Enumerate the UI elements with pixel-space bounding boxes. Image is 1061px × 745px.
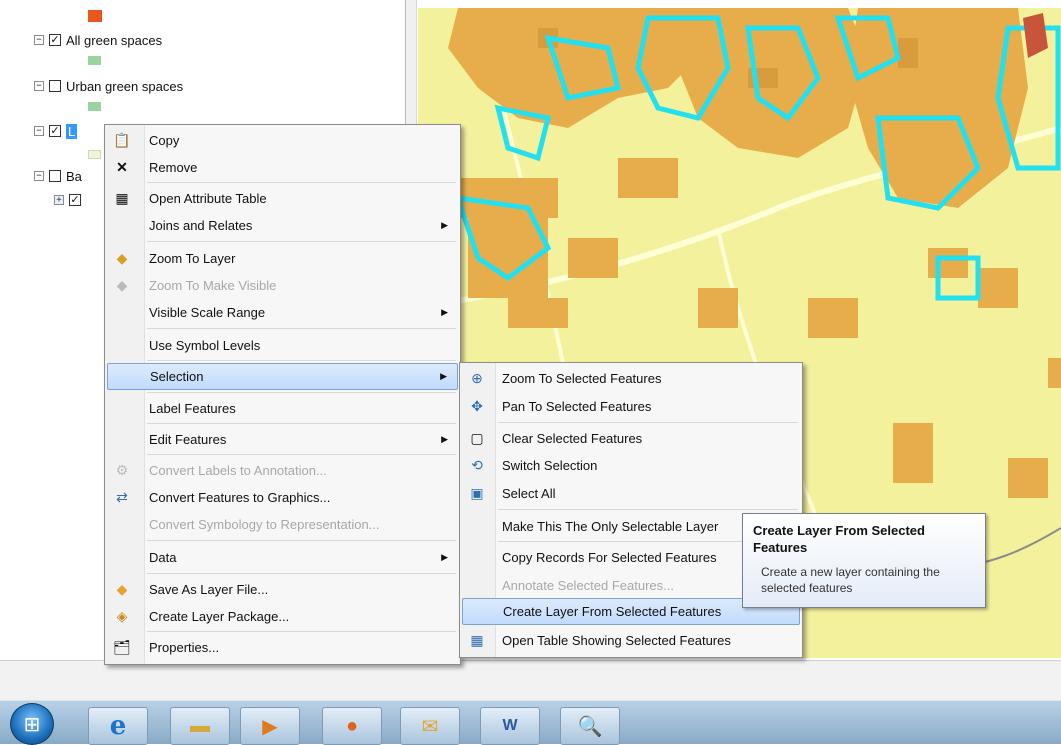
zoom-to-layer-icon: ◆: [116, 250, 128, 266]
pan-selected-icon: ✥: [471, 398, 483, 414]
start-button[interactable]: ⊞: [10, 703, 54, 745]
search-app-icon[interactable]: 🔍: [560, 707, 620, 745]
tooltip-title: Create Layer From Selected Features: [753, 523, 925, 555]
menu-item-create-layer-package[interactable]: ◈ Create Layer Package...: [107, 603, 458, 630]
menu-item-copy[interactable]: 📋 Copy: [107, 127, 458, 154]
menu-item-properties[interactable]: 🗂 Properties...: [107, 634, 458, 661]
expand-icon[interactable]: +: [54, 195, 64, 205]
remove-icon: ✕: [116, 159, 128, 175]
menu-item-convert-symbology-to-representation[interactable]: Convert Symbology to Representation...: [107, 511, 458, 538]
zoom-visible-icon: ◆: [116, 277, 128, 293]
windows-taskbar: ⊞ e ▬ ▶ ● ✉ W 🔍: [0, 700, 1061, 745]
menu-item-selection[interactable]: Selection ▶: [107, 363, 458, 390]
toc-sublayer-row[interactable]: + ✓: [54, 190, 81, 210]
zoom-selected-icon: ⊕: [471, 370, 483, 386]
layer-name[interactable]: Urban green spaces: [66, 79, 183, 94]
convert-labels-icon: ⚙: [115, 462, 129, 478]
layer-checkbox[interactable]: ✓: [69, 194, 81, 206]
menu-item-use-symbol-levels[interactable]: Use Symbol Levels: [107, 332, 458, 359]
submenu-arrow-icon: ▶: [441, 434, 448, 444]
toc-layer-row[interactable]: − Urban green spaces: [34, 76, 183, 96]
outlook-icon[interactable]: ✉: [400, 707, 460, 745]
menu-item-save-as-layer-file[interactable]: ◆ Save As Layer File...: [107, 576, 458, 603]
collapse-icon[interactable]: −: [34, 81, 44, 91]
menu-item-convert-features-to-graphics[interactable]: ⇄ Convert Features to Graphics...: [107, 484, 458, 511]
open-table-icon: ▦: [470, 632, 484, 648]
menu-item-joins-and-relates[interactable]: Joins and Relates ▶: [107, 212, 458, 239]
toc-layer-row[interactable]: − Ba: [34, 166, 82, 186]
layer-package-icon: ◈: [116, 608, 128, 624]
internet-explorer-icon[interactable]: e: [88, 707, 148, 745]
file-explorer-icon[interactable]: ▬: [170, 707, 230, 745]
media-player-icon[interactable]: ▶: [240, 707, 300, 745]
layer-swatch: [88, 150, 101, 159]
layer-checkbox[interactable]: ✓: [49, 34, 61, 46]
menu-item-open-attribute-table[interactable]: ▦ Open Attribute Table: [107, 185, 458, 212]
toc-layer-row[interactable]: − ✓ L: [34, 121, 78, 141]
layer-checkbox[interactable]: [49, 80, 61, 92]
layer-context-menu: 📋 Copy ✕ Remove ▦ Open Attribute Table J…: [104, 124, 461, 665]
layer-checkbox[interactable]: [49, 170, 61, 182]
status-bar: [0, 660, 1061, 700]
tooltip-body: Create a new layer containing the select…: [761, 565, 940, 595]
menu-item-edit-features[interactable]: Edit Features ▶: [107, 426, 458, 453]
menu-item-visible-scale-range[interactable]: Visible Scale Range ▶: [107, 299, 458, 326]
menu-item-label-features[interactable]: Label Features: [107, 395, 458, 422]
menu-item-remove[interactable]: ✕ Remove: [107, 154, 458, 181]
tooltip: Create Layer From Selected Features Crea…: [742, 513, 986, 608]
submenu-arrow-icon: ▶: [441, 552, 448, 562]
layer-file-icon: ◆: [116, 581, 128, 597]
layer-name[interactable]: Ba: [66, 169, 82, 184]
toc-layer-row[interactable]: − ✓ All green spaces: [34, 30, 162, 50]
layer-checkbox[interactable]: ✓: [49, 125, 61, 137]
layer-swatch: [88, 56, 101, 65]
layer-name[interactable]: All green spaces: [66, 33, 162, 48]
collapse-icon[interactable]: −: [34, 126, 44, 136]
clear-selection-icon: ▢: [470, 430, 484, 446]
menu-item-pan-to-selected-features[interactable]: ✥ Pan To Selected Features: [462, 393, 800, 420]
collapse-icon[interactable]: −: [34, 171, 44, 181]
word-icon[interactable]: W: [480, 707, 540, 745]
layer-name-selected[interactable]: L: [66, 123, 78, 139]
menu-item-open-table-showing-selected-features[interactable]: ▦ Open Table Showing Selected Features: [462, 627, 800, 654]
layer-swatch: [88, 102, 101, 111]
select-all-icon: ▣: [470, 485, 484, 501]
convert-graphics-icon: ⇄: [116, 489, 128, 505]
submenu-arrow-icon: ▶: [441, 220, 448, 230]
menu-item-select-all[interactable]: ▣ Select All: [462, 480, 800, 507]
firefox-icon[interactable]: ●: [322, 707, 382, 745]
properties-icon: 🗂: [113, 639, 131, 655]
menu-item-zoom-to-layer[interactable]: ◆ Zoom To Layer: [107, 245, 458, 272]
menu-item-convert-labels-to-annotation[interactable]: ⚙ Convert Labels to Annotation...: [107, 457, 458, 484]
submenu-arrow-icon: ▶: [440, 371, 447, 381]
layer-swatch: [88, 10, 102, 22]
copy-icon: 📋: [113, 132, 131, 148]
menu-item-zoom-to-selected-features[interactable]: ⊕ Zoom To Selected Features: [462, 365, 800, 392]
submenu-arrow-icon: ▶: [441, 307, 448, 317]
menu-item-switch-selection[interactable]: ⟲ Switch Selection: [462, 452, 800, 479]
menu-item-data[interactable]: Data ▶: [107, 544, 458, 571]
selection-submenu: ⊕ Zoom To Selected Features ✥ Pan To Sel…: [459, 362, 803, 658]
switch-selection-icon: ⟲: [471, 457, 483, 473]
collapse-icon[interactable]: −: [34, 35, 44, 45]
table-icon: ▦: [115, 190, 129, 206]
menu-item-clear-selected-features[interactable]: ▢ Clear Selected Features: [462, 425, 800, 452]
menu-item-zoom-to-make-visible[interactable]: ◆ Zoom To Make Visible: [107, 272, 458, 299]
